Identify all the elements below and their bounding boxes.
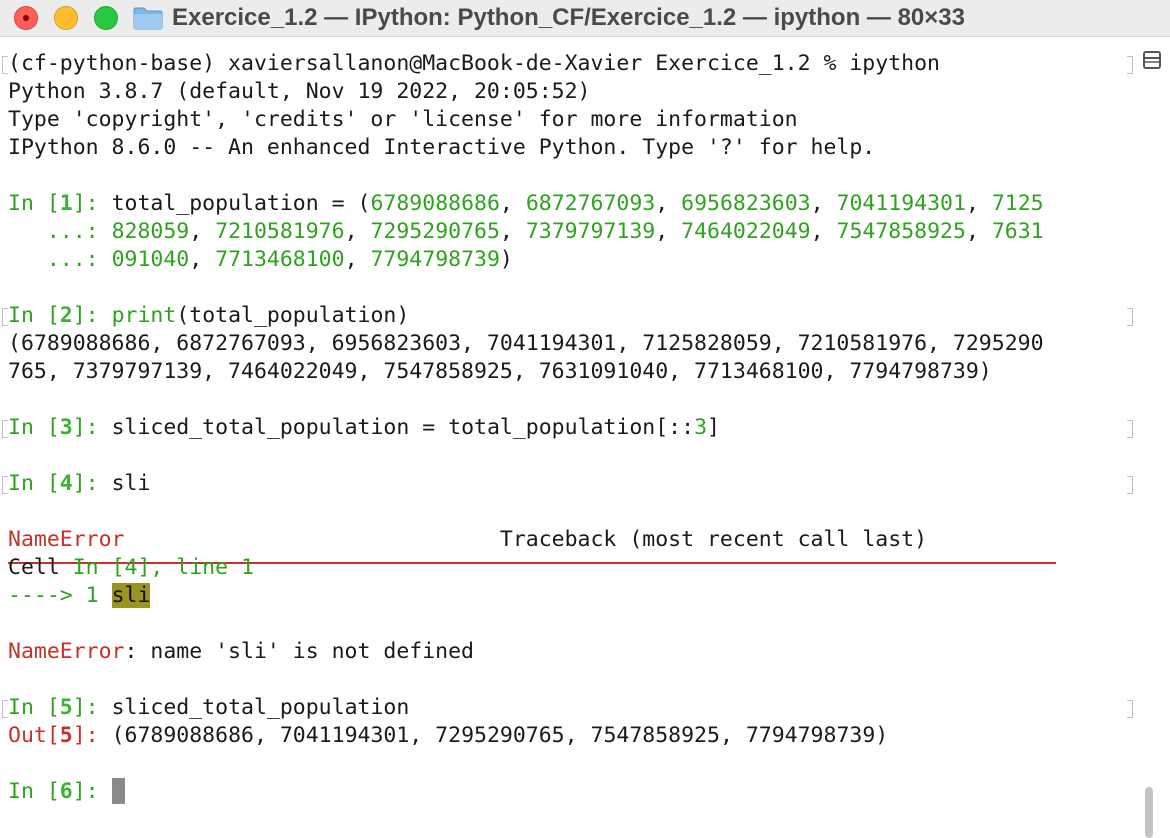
continuation-line: ...: 091040, 7713468100, 7794798739) xyxy=(8,247,513,272)
maximize-icon[interactable] xyxy=(94,6,118,30)
input-line: In [4]: sli xyxy=(8,471,151,496)
close-icon[interactable] xyxy=(14,6,38,30)
text-cursor xyxy=(111,778,125,804)
output-line: (6789088686, 6872767093, 6956823603, 704… xyxy=(8,331,1044,356)
minimize-icon[interactable] xyxy=(54,6,78,30)
shell-prompt-line: (cf-python-base) xaviersallanon@MacBook-… xyxy=(8,51,940,76)
continuation-line: ...: 828059, 7210581976, 7295290765, 737… xyxy=(8,219,1044,244)
prompt-mark xyxy=(1127,700,1133,718)
traceback-arrow-line: ----> 1 sli xyxy=(8,583,151,608)
input-line: In [5]: sliced_total_population xyxy=(8,695,410,720)
banner-line: IPython 8.6.0 -- An enhanced Interactive… xyxy=(8,135,876,160)
error-highlight: sli xyxy=(111,583,151,608)
banner-line: Python 3.8.7 (default, Nov 19 2022, 20:0… xyxy=(8,79,591,104)
terminal-window: Exercice_1.2 — IPython: Python_CF/Exerci… xyxy=(0,0,1170,838)
scrollbar[interactable] xyxy=(1141,787,1157,838)
input-line: In [2]: print(total_population) xyxy=(8,303,410,328)
output-line: 765, 7379797139, 7464022049, 7547858925,… xyxy=(8,359,992,384)
prompt-mark xyxy=(1127,420,1133,438)
error-message: NameError: name 'sli' is not defined xyxy=(8,639,474,664)
scrollbar-thumb[interactable] xyxy=(1145,787,1153,838)
prompt-mark xyxy=(1127,308,1133,326)
terminal-output[interactable]: (cf-python-base) xaviersallanon@MacBook-… xyxy=(0,50,1140,838)
title-bar: Exercice_1.2 — IPython: Python_CF/Exerci… xyxy=(0,0,1170,37)
traceback-cell-ref: Cell In [4], line 1 xyxy=(8,555,254,580)
traceback-header: NameError Traceback (most recent call la… xyxy=(8,527,928,552)
input-line: In [3]: sliced_total_population = total_… xyxy=(8,415,720,440)
input-line: In [1]: total_population = (6789088686, … xyxy=(8,191,1044,216)
folder-icon xyxy=(133,7,163,30)
prompt-mark xyxy=(1127,476,1133,494)
output-line: Out[5]: (6789088686, 7041194301, 7295290… xyxy=(8,723,889,748)
prompt-mark xyxy=(1127,56,1133,74)
window-title: Exercice_1.2 — IPython: Python_CF/Exerci… xyxy=(172,4,965,31)
banner-line: Type 'copyright', 'credits' or 'license'… xyxy=(8,107,798,132)
current-input-line[interactable]: In [6]: xyxy=(8,778,125,806)
split-view-icon[interactable] xyxy=(1141,48,1163,72)
